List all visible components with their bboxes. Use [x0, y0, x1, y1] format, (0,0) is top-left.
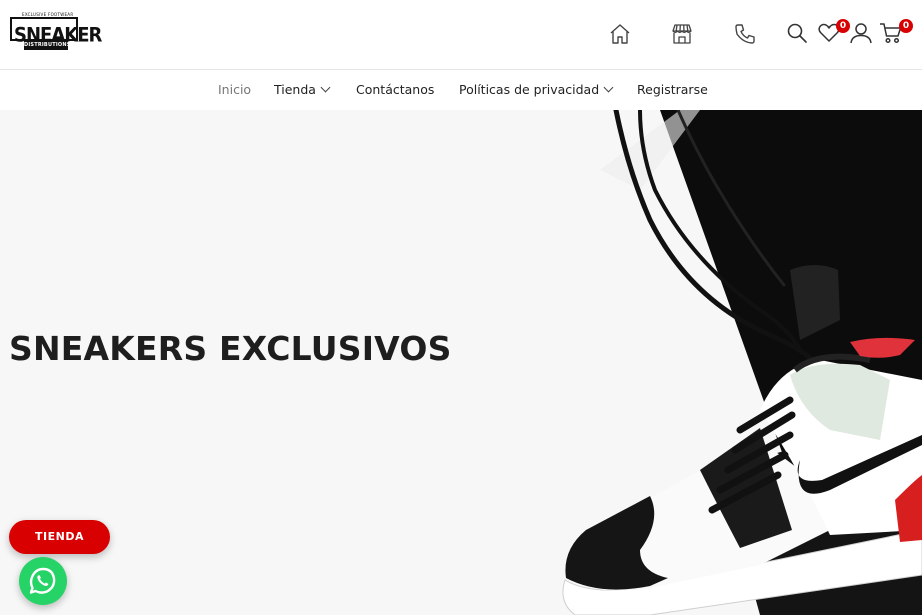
hero-banner: SNEAKERS EXCLUSIVOS	[0, 110, 922, 615]
chevron-down-icon	[603, 82, 614, 93]
nav-item-contactanos[interactable]: Contáctanos	[356, 82, 434, 97]
chevron-down-icon	[320, 82, 331, 93]
site-header: EXCLUSIVE FOOTWEAR SNEAKER DISTRIBUTIONS	[0, 0, 922, 70]
shop-button[interactable]: TIENDA	[9, 520, 110, 554]
store-icon[interactable]	[670, 22, 694, 46]
home-icon[interactable]	[608, 22, 632, 46]
search-icon[interactable]	[786, 22, 808, 44]
user-icon[interactable]	[849, 22, 873, 44]
hero-title: SNEAKERS EXCLUSIVOS	[9, 329, 452, 368]
main-nav: Inicio Tienda Contáctanos Políticas de p…	[0, 70, 922, 110]
nav-item-tienda[interactable]: Tienda	[274, 82, 331, 97]
logo-box: SNEAKER	[10, 17, 102, 47]
site-logo[interactable]: EXCLUSIVE FOOTWEAR SNEAKER DISTRIBUTIONS	[10, 12, 102, 54]
wishlist-count-badge: 0	[836, 19, 850, 33]
nav-item-tienda-label: Tienda	[274, 82, 316, 97]
nav-item-inicio[interactable]: Inicio	[218, 82, 251, 97]
whatsapp-chat-button[interactable]	[19, 557, 67, 605]
nav-item-politicas-label: Políticas de privacidad	[459, 82, 600, 97]
nav-item-politicas[interactable]: Políticas de privacidad	[459, 82, 614, 97]
nav-item-registrarse[interactable]: Registrarse	[637, 82, 708, 97]
whatsapp-icon	[29, 567, 56, 594]
phone-icon[interactable]	[733, 22, 757, 46]
cart-count-badge: 0	[899, 19, 913, 33]
logo-sub-text: DISTRIBUTIONS	[24, 41, 68, 50]
